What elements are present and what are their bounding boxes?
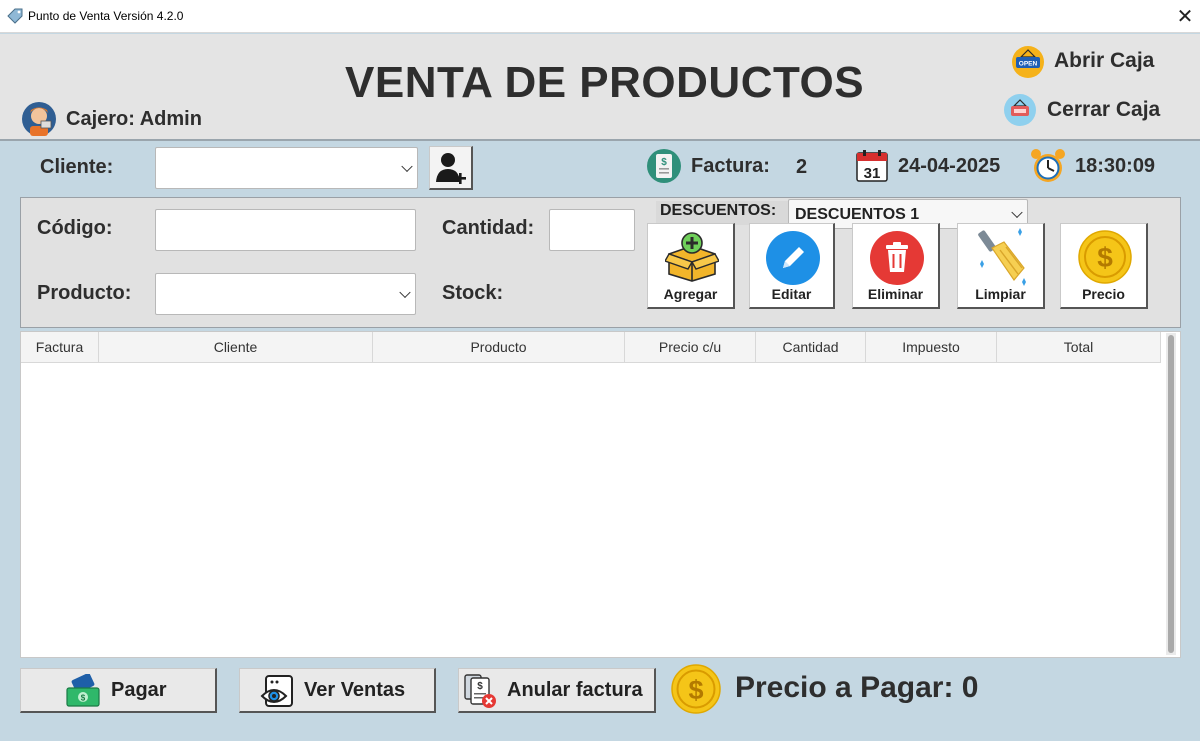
scrollbar-thumb[interactable] [1168,335,1174,653]
receipt-icon: $ [647,149,681,183]
dollar-coin-icon: $ [1078,230,1132,284]
column-header-factura[interactable]: Factura [21,332,99,363]
pay-button[interactable]: $ Pagar [20,668,217,713]
delete-button[interactable]: Eliminar [852,223,940,309]
calendar-day: 31 [864,165,881,182]
dollar-coin-icon: $ [671,664,721,714]
stock-label: Stock: [442,282,504,304]
product-label: Producto: [37,282,132,304]
table-scrollbar[interactable] [1166,333,1176,655]
svg-text:$: $ [688,675,703,705]
svg-text:$: $ [477,681,483,692]
svg-text:$: $ [81,694,86,703]
price-tag-icon [7,8,23,24]
column-header-total[interactable]: Total [997,332,1161,363]
open-register-button[interactable]: OPEN Abrir Caja [1008,43,1168,81]
invoice-number: 2 [796,156,808,178]
invoice-label: Factura: [691,155,770,177]
void-invoice-button[interactable]: $ Anular factura [458,668,656,713]
edit-button-label: Editar [771,286,812,302]
box-plus-icon [665,232,719,282]
sales-table[interactable]: Factura Cliente Producto Precio c/u Cant… [20,331,1181,658]
svg-text:$: $ [1097,242,1113,273]
calendar-icon: 31 [856,150,888,182]
closed-sign-icon [1004,94,1036,126]
add-button[interactable]: Agregar [647,223,735,309]
page-title: VENTA DE PRODUCTOS [345,58,865,107]
quantity-input[interactable] [549,209,635,251]
void-invoice-button-label: Anular factura [507,679,643,701]
total-to-pay: Precio a Pagar: 0 [735,671,979,704]
trash-icon [870,231,924,285]
column-header-cliente[interactable]: Cliente [99,332,373,363]
cashier-avatar-icon [22,102,56,136]
view-sales-button-label: Ver Ventas [304,679,406,701]
close-register-label: Cerrar Caja [1047,98,1161,121]
chevron-down-icon [1011,206,1023,219]
window-titlebar: Punto de Venta Versión 4.2.0 ✕ [0,0,1200,33]
pay-button-label: Pagar [111,679,167,701]
column-header-impuesto[interactable]: Impuesto [866,332,997,363]
client-select[interactable] [155,147,418,189]
close-register-button[interactable]: Cerrar Caja [1002,91,1172,129]
open-sign-text: OPEN [1019,61,1038,68]
broom-icon [978,228,1026,286]
close-icon: ✕ [1176,4,1194,28]
window-title: Punto de Venta Versión 4.2.0 [28,9,184,23]
clear-button[interactable]: Limpiar [957,223,1045,309]
add-user-icon [436,153,466,184]
discounts-label: DESCUENTOS: [656,201,790,225]
clear-button-label: Limpiar [975,286,1026,302]
product-select[interactable] [155,273,416,315]
column-header-precio[interactable]: Precio c/u [625,332,756,363]
void-invoice-icon: $ [464,674,496,708]
edit-button[interactable]: Editar [749,223,835,309]
add-button-label: Agregar [663,286,718,302]
column-header-cantidad[interactable]: Cantidad [756,332,866,363]
view-sales-button[interactable]: Ver Ventas [239,668,436,713]
cashier-label: Cajero: Admin [66,108,202,130]
delete-button-label: Eliminar [867,286,924,302]
client-label: Cliente: [40,156,114,178]
code-label: Código: [37,217,113,239]
chevron-down-icon [401,160,413,173]
time-value: 18:30:09 [1075,155,1156,177]
svg-text:$: $ [661,157,667,168]
close-window-button[interactable]: ✕ [1172,3,1198,29]
price-button-label: Precio [1082,286,1125,302]
chevron-down-icon [399,286,411,299]
open-sign-icon: OPEN [1012,46,1044,78]
money-icon: $ [66,674,100,707]
eye-document-icon [260,675,293,707]
date-value: 24-04-2025 [898,155,1001,177]
alarm-clock-icon [1031,149,1065,182]
open-register-label: Abrir Caja [1054,49,1155,72]
price-button[interactable]: $ Precio [1060,223,1148,309]
code-input[interactable] [155,209,416,251]
discounts-select-value: DESCUENTOS 1 [795,206,920,223]
add-client-button[interactable] [429,146,473,190]
quantity-label: Cantidad: [442,217,535,239]
pencil-icon [766,231,820,285]
column-header-producto[interactable]: Producto [373,332,625,363]
